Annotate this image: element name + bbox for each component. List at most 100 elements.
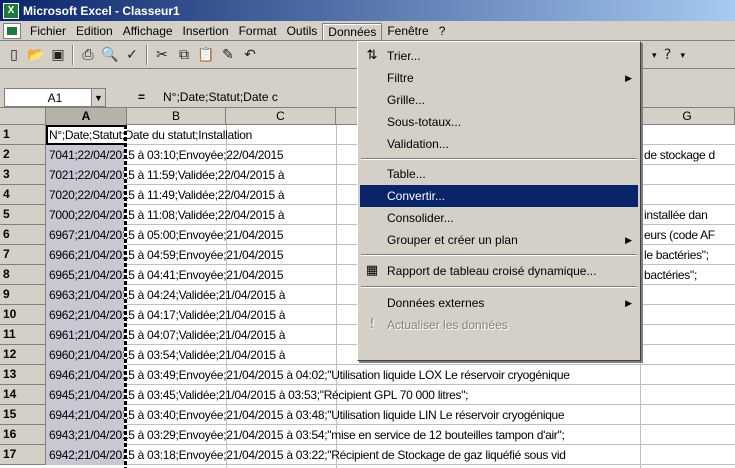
menu-item-label: Validation... [387,137,449,151]
menu-outils[interactable]: Outils [282,23,323,39]
chevron-down-icon[interactable]: ▼ [91,89,105,106]
select-all-corner[interactable] [0,108,46,125]
submenu-arrow-icon: ▶ [625,235,632,245]
row-header[interactable]: 7 [0,245,46,265]
toolbar-separator [146,45,148,65]
cell-text: 6963;21/04/2015 à 04:24;Validée;21/04/20… [49,288,286,302]
menu-format[interactable]: Format [234,23,282,39]
open-folder-icon[interactable]: 📂 [25,44,47,66]
table-row: 13 6946;21/04/2015 à 03:49;Envoyée;21/04/… [0,365,735,385]
copy-marquee [124,125,127,468]
format-painter-icon[interactable]: ✎ [217,44,239,66]
print-icon[interactable]: ⎙ [77,44,99,66]
cut-icon[interactable]: ✂ [151,44,173,66]
menu-item-label: Rapport de tableau croisé dynamique... [387,264,597,278]
print-preview-icon[interactable]: 🔍 [99,44,121,66]
name-box-value: A1 [47,90,63,105]
row-header[interactable]: 15 [0,405,46,425]
menu-separator [361,254,637,256]
cell-text: 6961;21/04/2015 à 04:07;Validée;21/04/20… [49,328,286,342]
help-assistant-icon[interactable]: ? [657,44,679,66]
row-header[interactable]: 1 [0,125,46,145]
menu-help[interactable]: ? [434,23,451,39]
formula-content[interactable]: N°;Date;Statut;Date c [163,90,278,104]
column-header-b[interactable]: B [127,108,226,125]
menu-donnees[interactable]: Données [322,22,383,40]
paste-icon[interactable]: 📋 [195,44,217,66]
row-header[interactable]: 14 [0,385,46,405]
column-header-c[interactable]: C [226,108,336,125]
menu-separator [361,158,637,160]
toolbar-separator [72,45,74,65]
menu-item-label: Grille... [387,93,426,107]
pivot-table-icon: ▦ [365,263,379,278]
menu-item-grille[interactable]: Grille... [360,89,638,111]
equals-sign: = [138,90,146,104]
table-row: 16 6943;21/04/2015 à 03:29;Envoyée;21/04/… [0,425,735,445]
cell-text: 6945;21/04/2015 à 03:45;Validée;21/04/20… [49,388,469,402]
row-header[interactable]: 13 [0,365,46,385]
cell-text-overflow: installée dan [644,208,708,222]
submenu-arrow-icon: ▶ [625,298,632,308]
cell-text: 6965;21/04/2015 à 04:41;Envoyée;21/04/20… [49,268,284,282]
row-header[interactable]: 11 [0,325,46,345]
row-header[interactable]: 5 [0,205,46,225]
workbook-icon[interactable] [3,23,21,39]
row-header[interactable]: 16 [0,425,46,445]
column-header-a[interactable]: A [46,108,127,125]
cell-text: 7020;22/04/2015 à 11:49;Validée;22/04/20… [49,188,285,202]
sort-az-icon: ⇅ [366,48,378,63]
undo-icon[interactable]: ↶ [239,44,261,66]
cell-text-overflow: eurs (code AF [644,228,715,242]
row-header[interactable]: 10 [0,305,46,325]
new-file-icon[interactable]: ▯ [3,44,25,66]
menu-item-grouper-et-cr-er-un-plan[interactable]: Grouper et créer un plan ▶ [360,229,638,251]
row-header[interactable]: 12 [0,345,46,365]
cell-text: 7000;22/04/2015 à 11:08;Validée;22/04/20… [49,208,285,222]
menu-item-table[interactable]: Table... [360,163,638,185]
chevron-down-icon[interactable]: ▾ [681,50,686,61]
menu-item-convertir[interactable]: Convertir... [360,185,638,207]
spellcheck-icon[interactable]: ✓ [121,44,143,66]
cell-text: 7041;22/04/2015 à 03:10;Envoyée;22/04/20… [49,148,284,162]
row-header[interactable]: 9 [0,285,46,305]
copy-icon[interactable]: ⧉ [173,44,195,66]
name-box[interactable]: A1 ▼ [4,88,106,107]
menu-item-trier[interactable]: ⇅ Trier... [360,45,638,67]
window-title: Microsoft Excel - Classeur1 [23,3,180,18]
menu-fenetre[interactable]: Fenêtre [382,23,433,39]
title-bar: X Microsoft Excel - Classeur1 [0,0,735,21]
menu-edition[interactable]: Edition [71,23,118,39]
menu-item-label: Sous-totaux... [387,115,462,129]
cell-text-overflow: de stockage d [644,148,715,162]
cell-text: 6962;21/04/2015 à 04:17;Validée;21/04/20… [49,308,286,322]
menu-item-sous-totaux[interactable]: Sous-totaux... [360,111,638,133]
menu-item-filtre[interactable]: Filtre ▶ [360,67,638,89]
menu-item-actualiser-les-donn-es[interactable]: ! Actualiser les données [360,314,638,336]
row-header[interactable]: 17 [0,445,46,465]
cell-text-overflow: bactéries"; [644,268,697,282]
refresh-icon: ! [369,317,375,332]
row-header[interactable]: 2 [0,145,46,165]
menu-item-consolider[interactable]: Consolider... [360,207,638,229]
row-header[interactable]: 4 [0,185,46,205]
menu-item-donn-es-externes[interactable]: Données externes ▶ [360,292,638,314]
column-header-g[interactable]: G [640,108,735,125]
save-icon[interactable]: ▣ [47,44,69,66]
data-menu-dropdown: ⇅ Trier... Filtre ▶ Grille... Sous-totaux... V… [357,41,641,361]
row-header[interactable]: 3 [0,165,46,185]
menu-item-rapport-de-tableau-crois-dynamique[interactable]: ▦ Rapport de tableau croisé dynamique... [360,260,638,282]
menu-fichier[interactable]: Fichier [25,23,71,39]
cell-text-overflow: le bactéries"; [644,248,709,262]
menu-bar: Fichier Edition Affichage Insertion Form… [0,22,735,41]
cell-text: 6946;21/04/2015 à 03:49;Envoyée;21/04/20… [49,368,570,382]
row-header[interactable]: 6 [0,225,46,245]
menu-affichage[interactable]: Affichage [118,23,178,39]
menu-item-validation[interactable]: Validation... [360,133,638,155]
table-row: 14 6945;21/04/2015 à 03:45;Validée;21/04/… [0,385,735,405]
row-header[interactable]: 8 [0,265,46,285]
toolbar-right-group: ▾ ? ▾ [650,44,685,66]
menu-item-label: Trier... [387,49,421,63]
menu-insertion[interactable]: Insertion [178,23,234,39]
menu-item-label: Filtre [387,71,414,85]
